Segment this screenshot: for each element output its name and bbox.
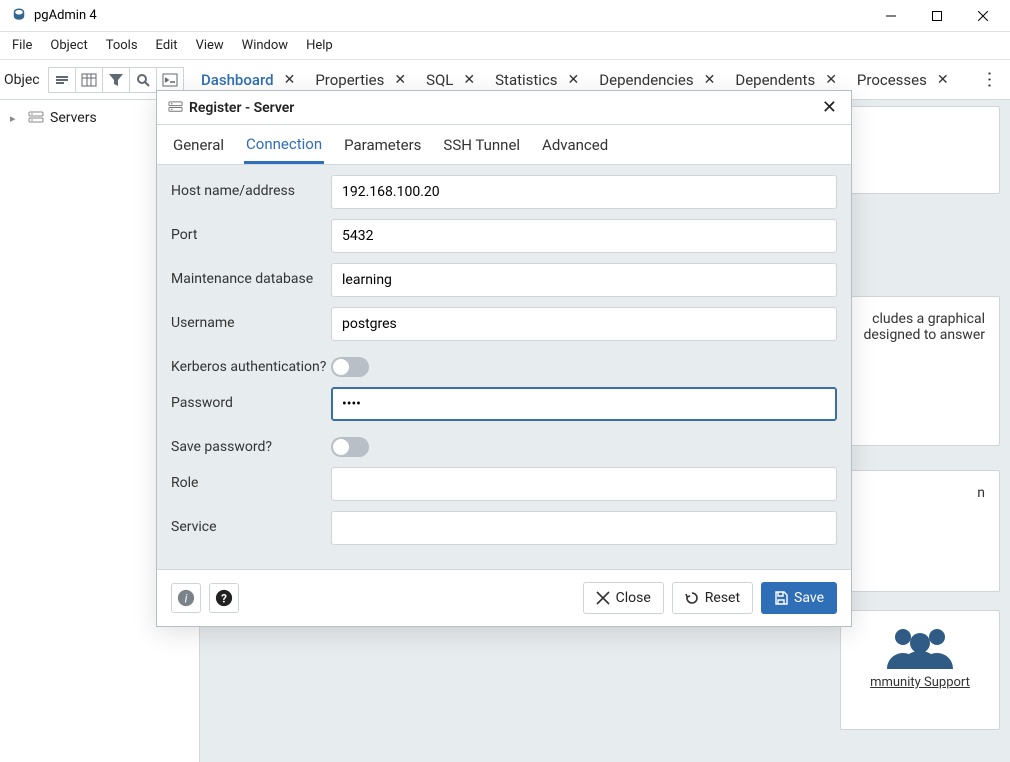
minimize-button[interactable] bbox=[868, 0, 914, 32]
menu-view[interactable]: View bbox=[188, 34, 232, 57]
save-button[interactable]: Save bbox=[761, 582, 837, 614]
window-titlebar: pgAdmin 4 bbox=[0, 0, 1010, 32]
dialog-close-button[interactable]: ✕ bbox=[818, 93, 841, 122]
community-icon bbox=[855, 625, 985, 669]
host-input[interactable] bbox=[331, 175, 837, 209]
object-toolbar bbox=[48, 67, 183, 93]
menu-object[interactable]: Object bbox=[42, 34, 95, 57]
servers-icon bbox=[28, 110, 44, 126]
db-label: Maintenance database bbox=[171, 263, 331, 287]
query-tool-button[interactable] bbox=[48, 67, 76, 93]
role-input[interactable] bbox=[331, 467, 837, 501]
tab-label: Dependencies bbox=[599, 71, 693, 89]
dialog-title: Register - Server bbox=[189, 100, 818, 116]
savepw-toggle[interactable] bbox=[331, 437, 369, 457]
tab-label: Dashboard bbox=[201, 71, 274, 89]
service-input[interactable] bbox=[331, 511, 837, 545]
reset-button[interactable]: Reset bbox=[672, 582, 753, 614]
close-button[interactable]: Close bbox=[583, 582, 664, 614]
dtab-general[interactable]: General bbox=[171, 127, 226, 162]
save-button-label: Save bbox=[794, 590, 824, 606]
close-window-button[interactable] bbox=[960, 0, 1006, 32]
menu-file[interactable]: File bbox=[4, 34, 40, 57]
close-icon bbox=[596, 591, 610, 605]
role-label: Role bbox=[171, 467, 331, 491]
dtab-connection[interactable]: Connection bbox=[244, 126, 324, 164]
support-link[interactable]: mmunity Support bbox=[855, 675, 985, 690]
port-label: Port bbox=[171, 219, 331, 243]
menu-window[interactable]: Window bbox=[234, 34, 296, 57]
reset-icon bbox=[685, 591, 699, 605]
filter-button[interactable] bbox=[102, 67, 130, 93]
psql-button[interactable] bbox=[156, 67, 184, 93]
app-icon bbox=[10, 7, 28, 25]
password-label: Password bbox=[171, 387, 331, 411]
username-label: Username bbox=[171, 307, 331, 331]
dtab-advanced[interactable]: Advanced bbox=[540, 127, 610, 162]
menu-tools[interactable]: Tools bbox=[98, 34, 146, 57]
dialog-footer: i ? Close Reset Save bbox=[157, 569, 851, 626]
tab-processes[interactable]: Processes ✕ bbox=[855, 65, 955, 95]
info-text: cludes a graphical designed to answer bbox=[864, 311, 986, 343]
view-data-button[interactable] bbox=[75, 67, 103, 93]
window-title: pgAdmin 4 bbox=[34, 8, 868, 23]
menu-bar: File Object Tools Edit View Window Help bbox=[0, 32, 1010, 60]
port-input[interactable] bbox=[331, 219, 837, 253]
tab-overflow-button[interactable]: ⋯ bbox=[979, 71, 1000, 89]
links-text: n bbox=[977, 485, 985, 501]
dialog-body: Host name/address Port Maintenance datab… bbox=[157, 165, 851, 569]
menu-edit[interactable]: Edit bbox=[148, 34, 186, 57]
menu-help[interactable]: Help bbox=[298, 34, 341, 57]
info-icon-button[interactable]: i bbox=[171, 583, 201, 613]
tab-close-icon[interactable]: ✕ bbox=[821, 72, 841, 88]
tab-label: Dependents bbox=[735, 71, 815, 89]
object-panel-label: Objec bbox=[4, 72, 48, 88]
tab-label: Properties bbox=[315, 71, 384, 89]
search-button[interactable] bbox=[129, 67, 157, 93]
password-input[interactable] bbox=[331, 387, 837, 421]
help-icon-button[interactable]: ? bbox=[209, 583, 239, 613]
tab-close-icon[interactable]: ✕ bbox=[564, 72, 584, 88]
savepw-label: Save password? bbox=[171, 431, 331, 455]
tab-close-icon[interactable]: ✕ bbox=[280, 72, 300, 88]
service-label: Service bbox=[171, 511, 331, 535]
db-input[interactable] bbox=[331, 263, 837, 297]
register-server-dialog: Register - Server ✕ General Connection P… bbox=[156, 90, 852, 627]
close-button-label: Close bbox=[616, 590, 651, 606]
dialog-tabs: General Connection Parameters SSH Tunnel… bbox=[157, 125, 851, 165]
reset-button-label: Reset bbox=[705, 590, 740, 606]
username-input[interactable] bbox=[331, 307, 837, 341]
tab-label: Processes bbox=[857, 71, 927, 89]
tab-close-icon[interactable]: ✕ bbox=[459, 72, 479, 88]
tab-close-icon[interactable]: ✕ bbox=[700, 72, 720, 88]
tab-label: SQL bbox=[426, 71, 453, 89]
svg-text:?: ? bbox=[221, 592, 227, 606]
save-icon bbox=[774, 591, 788, 605]
tab-close-icon[interactable]: ✕ bbox=[390, 72, 410, 88]
tab-label: Statistics bbox=[495, 71, 557, 89]
host-label: Host name/address bbox=[171, 175, 331, 199]
kerberos-toggle[interactable] bbox=[331, 357, 369, 377]
server-icon bbox=[167, 100, 183, 116]
dtab-parameters[interactable]: Parameters bbox=[342, 127, 423, 162]
tree-node-label: Servers bbox=[50, 110, 97, 126]
kerberos-label: Kerberos authentication? bbox=[171, 351, 331, 375]
support-card[interactable]: mmunity Support bbox=[840, 610, 1000, 730]
tab-close-icon[interactable]: ✕ bbox=[933, 72, 953, 88]
chevron-right-icon: ▸ bbox=[10, 112, 22, 125]
dtab-sshtunnel[interactable]: SSH Tunnel bbox=[441, 127, 522, 162]
svg-text:i: i bbox=[185, 592, 188, 606]
dialog-header: Register - Server ✕ bbox=[157, 91, 851, 125]
maximize-button[interactable] bbox=[914, 0, 960, 32]
